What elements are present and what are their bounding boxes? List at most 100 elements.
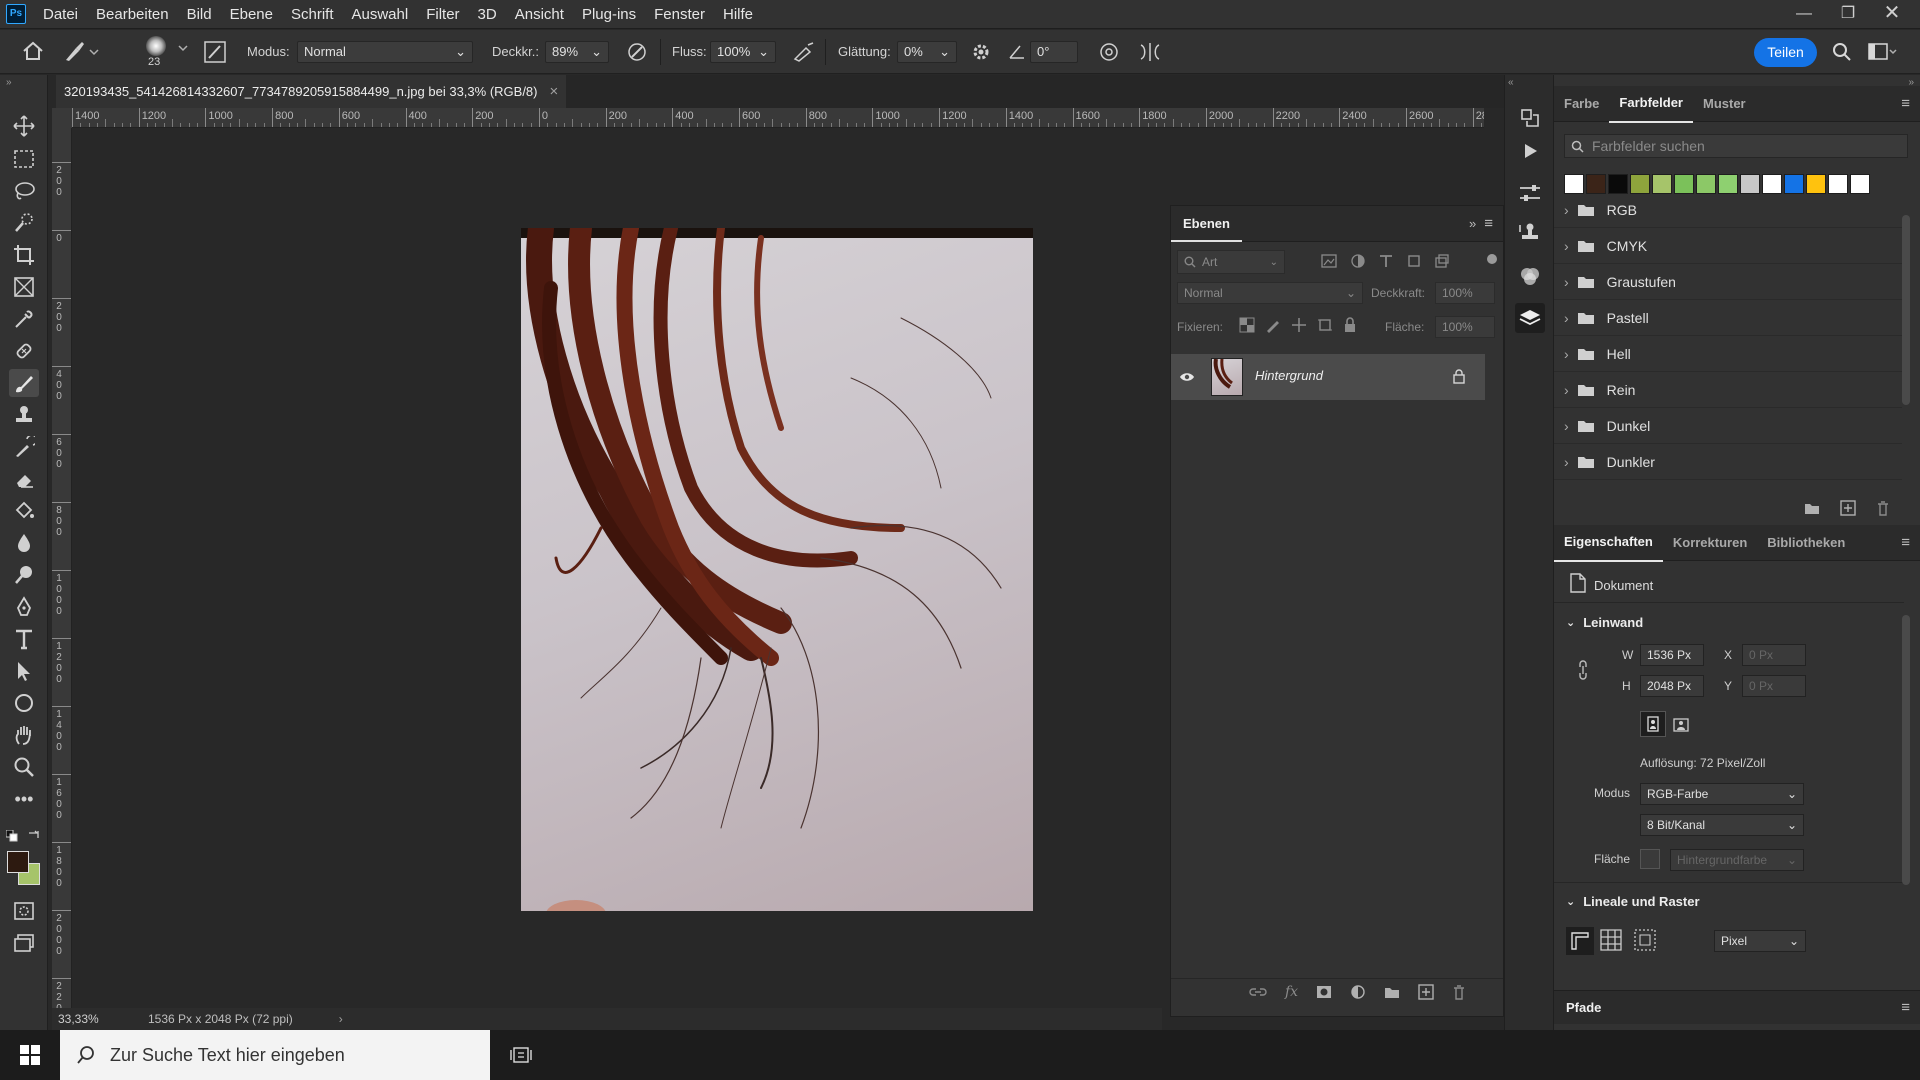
- tab-ebenen[interactable]: Ebenen: [1171, 206, 1242, 242]
- ruler-horizontal[interactable]: 1400 1200 1000 800 600 400 200 0 200 400 600 800 100…: [72, 108, 1484, 128]
- home-icon[interactable]: [22, 41, 44, 61]
- share-button[interactable]: Teilen: [1754, 38, 1817, 67]
- swatch-4[interactable]: [1652, 174, 1672, 194]
- layers-panel-icon[interactable]: [1515, 303, 1545, 333]
- pen-tool-icon[interactable]: [9, 593, 39, 621]
- panel-menu-icon[interactable]: ≡: [1901, 999, 1910, 1016]
- lock-transparent-icon[interactable]: [1239, 317, 1255, 333]
- panel-menu-icon[interactable]: ≡: [1891, 86, 1920, 122]
- chevron-down-icon[interactable]: [178, 44, 188, 52]
- swap-colors-icon[interactable]: [27, 829, 40, 842]
- menu-filter[interactable]: Filter: [417, 0, 468, 29]
- adjustments-icon[interactable]: [1515, 178, 1545, 208]
- history-icon[interactable]: [1515, 103, 1545, 133]
- tab-pfade[interactable]: Pfade: [1566, 1000, 1601, 1015]
- actions-play-icon[interactable]: [1515, 136, 1545, 166]
- document-tab[interactable]: 320193435_541426814332607_77347892059158…: [56, 75, 567, 108]
- pixel-grid-icon[interactable]: [1634, 929, 1656, 951]
- frame-tool-icon[interactable]: [9, 273, 39, 301]
- deckkraft-input[interactable]: 100%: [1435, 282, 1495, 304]
- lock-artboard-icon[interactable]: [1317, 317, 1333, 333]
- swatch-group-dunkler[interactable]: › Dunkler: [1554, 444, 1902, 480]
- layer-row-hintergrund[interactable]: Hintergrund: [1171, 354, 1485, 400]
- tab-eigenschaften[interactable]: Eigenschaften: [1554, 524, 1663, 562]
- document-image[interactable]: [521, 228, 1033, 911]
- swatch-9[interactable]: [1762, 174, 1782, 194]
- tab-bibliotheken[interactable]: Bibliotheken: [1757, 525, 1855, 561]
- menu-bearbeiten[interactable]: Bearbeiten: [87, 0, 178, 29]
- close-icon[interactable]: ✕: [1870, 0, 1914, 29]
- path-selection-tool-icon[interactable]: [9, 657, 39, 685]
- filter-pixel-icon[interactable]: [1321, 254, 1337, 268]
- link-dimensions-icon[interactable]: [1576, 660, 1590, 680]
- eraser-tool-icon[interactable]: [9, 465, 39, 493]
- swatch-group-pastell[interactable]: › Pastell: [1554, 300, 1902, 336]
- landscape-orientation-icon[interactable]: [1670, 714, 1692, 736]
- channels-icon[interactable]: [1515, 261, 1545, 291]
- deckkr-dropdown[interactable]: 89% ⌄: [545, 41, 609, 63]
- blend-mode-dropdown[interactable]: Normal ⌄: [1177, 282, 1363, 304]
- close-tab-icon[interactable]: ×: [549, 83, 558, 100]
- swatch-group-rein[interactable]: › Rein: [1554, 372, 1902, 408]
- delete-layer-icon[interactable]: [1452, 984, 1466, 1000]
- fluss-dropdown[interactable]: 100% ⌄: [710, 41, 776, 63]
- lock-pixels-icon[interactable]: [1265, 317, 1281, 333]
- dodge-tool-icon[interactable]: [9, 561, 39, 589]
- new-swatch-icon[interactable]: [1840, 500, 1856, 516]
- fx-icon[interactable]: fx: [1285, 984, 1298, 1000]
- document-info[interactable]: 1536 Px x 2048 Px (72 ppi): [148, 1012, 293, 1026]
- tab-farbfelder[interactable]: Farbfelder: [1609, 85, 1693, 123]
- expand-icon[interactable]: »: [6, 77, 12, 88]
- workspace-icon[interactable]: [1868, 42, 1898, 62]
- swatch-group-dunkel[interactable]: › Dunkel: [1554, 408, 1902, 444]
- lock-all-icon[interactable]: [1343, 317, 1357, 333]
- tab-farbe[interactable]: Farbe: [1554, 86, 1609, 122]
- menu-ebene[interactable]: Ebene: [221, 0, 282, 29]
- task-view-icon[interactable]: [510, 1045, 532, 1065]
- minimize-icon[interactable]: —: [1782, 0, 1826, 29]
- ruler-unit-dropdown[interactable]: Pixel ⌄: [1714, 930, 1806, 952]
- type-tool-icon[interactable]: [9, 625, 39, 653]
- chevron-right-icon[interactable]: ›: [339, 1012, 343, 1026]
- swatch-10[interactable]: [1784, 174, 1804, 194]
- move-tool-icon[interactable]: [9, 112, 39, 140]
- brush-tool-preset-icon[interactable]: [62, 40, 102, 62]
- menu-fenster[interactable]: Fenster: [645, 0, 714, 29]
- menu-3d[interactable]: 3D: [469, 0, 506, 29]
- lasso-tool-icon[interactable]: [9, 177, 39, 205]
- ellipse-tool-icon[interactable]: [9, 689, 39, 717]
- swatch-group-rgb[interactable]: › RGB: [1554, 192, 1902, 228]
- marquee-tool-icon[interactable]: [9, 145, 39, 173]
- angle-input[interactable]: 0°: [1030, 41, 1078, 63]
- filter-smartobject-icon[interactable]: [1435, 254, 1449, 268]
- tab-korrekturen[interactable]: Korrekturen: [1663, 525, 1757, 561]
- collapse-dock-icon[interactable]: «: [1508, 77, 1514, 88]
- leinwand-section[interactable]: ⌄ Leinwand: [1566, 615, 1643, 630]
- pressure-size-icon[interactable]: [1098, 41, 1120, 63]
- layer-filter-dropdown[interactable]: Art ⌄: [1177, 250, 1285, 274]
- swatch-8[interactable]: [1740, 174, 1760, 194]
- panel-menu-icon[interactable]: ≡: [1891, 525, 1920, 561]
- gear-icon[interactable]: [970, 41, 992, 63]
- width-input[interactable]: 1536 Px: [1640, 644, 1704, 666]
- swatch-5[interactable]: [1674, 174, 1694, 194]
- link-layers-icon[interactable]: [1249, 986, 1267, 998]
- swatch-group-graustufen[interactable]: › Graustufen: [1554, 264, 1902, 300]
- swatch-13[interactable]: [1850, 174, 1870, 194]
- filter-toggle-icon[interactable]: [1487, 254, 1497, 264]
- restore-icon[interactable]: ❐: [1826, 0, 1870, 29]
- properties-scrollbar[interactable]: [1902, 615, 1910, 885]
- search-icon[interactable]: [1832, 42, 1852, 62]
- menu-datei[interactable]: Datei: [34, 0, 87, 29]
- add-mask-icon[interactable]: [1316, 985, 1332, 999]
- taskbar-search[interactable]: Zur Suche Text hier eingeben: [60, 1030, 490, 1080]
- symmetry-icon[interactable]: [1138, 41, 1162, 63]
- modus-dropdown[interactable]: Normal ⌄: [297, 41, 473, 63]
- foreground-color-swatch[interactable]: [7, 851, 29, 873]
- rulers-toggle-icon[interactable]: [1566, 927, 1594, 955]
- swatch-7[interactable]: [1718, 174, 1738, 194]
- new-group-icon[interactable]: [1804, 501, 1820, 515]
- hand-tool-icon[interactable]: [9, 721, 39, 749]
- adjustment-layer-icon[interactable]: [1350, 984, 1366, 1000]
- swatch-2[interactable]: [1608, 174, 1628, 194]
